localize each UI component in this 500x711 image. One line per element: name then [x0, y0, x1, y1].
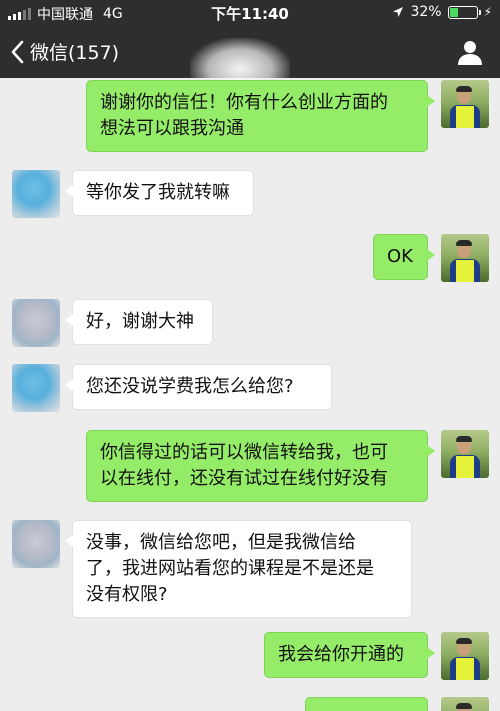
contact-avatar[interactable] [12, 364, 60, 412]
my-avatar[interactable] [441, 234, 489, 282]
message-line: 了，我进网站看您的课程是不是还是 [86, 558, 374, 579]
chevron-left-icon [11, 40, 24, 63]
message-line: 以在线付，还没有试过在线付好没有 [100, 468, 388, 489]
message-bubble-received[interactable]: 您还没说学费我怎么给您? [65, 364, 332, 410]
message-line: 您还没说学费我怎么给您? [86, 376, 294, 397]
message-line: 没事，微信给您吧，但是我微信给 [86, 532, 356, 553]
message-bubble-received[interactable]: 好，谢谢大神 [65, 299, 213, 345]
message-line: 想法可以跟我沟通 [100, 118, 244, 139]
message-line: 谢谢你的信任！你有什么创业方面的 [100, 92, 388, 113]
message-bubble-sent[interactable]: 我会给你开通的 [264, 632, 435, 678]
message-line: 你信得过的话可以微信转给我，也可 [100, 442, 388, 463]
message-bubble-sent[interactable]: 你信得过的话可以微信转给我，也可 以在线付，还没有试过在线付好没有 [86, 430, 435, 502]
status-bar: 中国联通 4G 下午11:40 32% ⚡ [0, 0, 500, 26]
my-avatar[interactable] [441, 80, 489, 128]
back-button[interactable]: 微信(157) [10, 38, 119, 65]
battery-percent: 32% [410, 4, 442, 20]
message-line: 等你发了我就转嘛 [86, 182, 230, 203]
message-line: OK [387, 246, 413, 267]
charging-icon: ⚡ [483, 5, 492, 19]
my-avatar[interactable] [441, 697, 489, 711]
contact-avatar[interactable] [12, 520, 60, 568]
person-icon[interactable] [456, 38, 484, 66]
chat-area[interactable]: 谢谢你的信任！你有什么创业方面的 想法可以跟我沟通 等你发了我就转嘛 OK 好，… [0, 78, 500, 711]
message-bubble-sent[interactable]: OK [373, 234, 435, 280]
location-icon [393, 7, 404, 17]
status-right: 32% ⚡ [392, 4, 492, 20]
nav-bar: 微信(157) [0, 26, 500, 100]
battery-icon [447, 5, 481, 19]
my-avatar[interactable] [441, 632, 489, 680]
message-bubble-received[interactable]: 等你发了我就转嘛 [65, 170, 254, 216]
message-line: 我会给你开通的 [278, 644, 404, 665]
battery-fill [449, 7, 458, 17]
message-line: 好，谢谢大神 [86, 311, 194, 332]
message-bubble-sent[interactable] [305, 697, 428, 711]
contact-avatar[interactable] [12, 170, 60, 218]
message-line: 没有权限? [86, 584, 168, 605]
message-bubble-sent[interactable]: 谢谢你的信任！你有什么创业方面的 想法可以跟我沟通 [86, 80, 435, 152]
message-bubble-received[interactable]: 没事，微信给您吧，但是我微信给 了，我进网站看您的课程是不是还是 没有权限? [65, 520, 412, 618]
contact-avatar[interactable] [12, 299, 60, 347]
my-avatar[interactable] [441, 430, 489, 478]
back-label: 微信(157) [30, 42, 120, 64]
